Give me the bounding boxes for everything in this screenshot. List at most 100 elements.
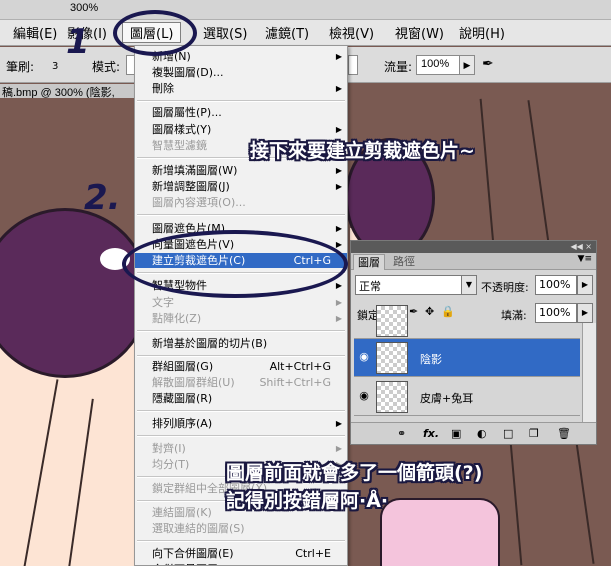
- submenu-arrow-icon: ▶: [335, 314, 342, 323]
- menu-separator: [137, 410, 345, 412]
- menu-item-6[interactable]: 新增填滿圖層(W) ▶: [135, 163, 347, 178]
- fx-icon[interactable]: fx.: [423, 427, 439, 440]
- menu-item-4[interactable]: 圖層樣式(Y) ▶: [135, 122, 347, 137]
- lock-move-icon[interactable]: ✥: [425, 305, 434, 318]
- annotation-caption-top: 接下來要建立剪裁遮色片~: [250, 140, 475, 162]
- layer-thumbnail: [376, 381, 408, 413]
- submenu-arrow-icon: ▶: [335, 444, 342, 453]
- fill-label: 填滿:: [501, 309, 527, 322]
- menu-0[interactable]: 編輯(E): [6, 23, 64, 42]
- menu-item-19[interactable]: 排列順序(A) ▶: [135, 416, 347, 431]
- layer-row-partial[interactable]: [354, 305, 580, 339]
- layer-row-skin[interactable]: ◉ 皮膚+兔耳: [354, 378, 580, 416]
- blend-mode-dropdown-icon[interactable]: ▼: [461, 275, 477, 295]
- submenu-arrow-icon: ▶: [335, 419, 342, 428]
- annotation-step-2: 2.: [84, 178, 121, 218]
- visibility-eye-icon[interactable]: ◉: [356, 350, 372, 364]
- menu-item-17: 解散圖層群組(U) Shift+Ctrl+G: [135, 375, 347, 390]
- panel-tabs: 圖層 路徑 ▼≡: [351, 253, 596, 270]
- menu-item-26[interactable]: 合併可見圖層Shift+Ctrl+E: [135, 562, 347, 565]
- submenu-arrow-icon: ▶: [335, 84, 342, 93]
- menu-item-25[interactable]: 向下合併圖層(E) Ctrl+E: [135, 546, 347, 561]
- menu-item-20: 對齊(I) ▶: [135, 441, 347, 456]
- menu-item-24: 選取連結的圖層(S): [135, 521, 347, 536]
- menu-3[interactable]: 選取(S): [196, 23, 254, 42]
- annotation-caption-bottom-2: 記得別按錯層阿·Å·: [226, 490, 389, 512]
- trash-icon[interactable]: 🗑: [557, 427, 571, 440]
- submenu-arrow-icon: ▶: [335, 182, 342, 191]
- menu-item-8: 圖層內容選項(O)...: [135, 195, 347, 210]
- menu-item-label: 智慧型濾鏡: [152, 139, 207, 152]
- menu-item-label: 選取連結的圖層(S): [152, 522, 245, 535]
- menu-item-2[interactable]: 刪除 ▶: [135, 81, 347, 96]
- menu-item-shortcut: Shift+Ctrl+E: [261, 562, 331, 565]
- adjustment-layer-icon[interactable]: ◐: [477, 427, 487, 440]
- menu-separator: [137, 355, 345, 357]
- visibility-eye-icon[interactable]: ◉: [356, 389, 372, 403]
- blend-mode-select[interactable]: 正常: [355, 275, 465, 295]
- menu-item-15[interactable]: 新增基於圖層的切片(B): [135, 336, 347, 351]
- opacity-input[interactable]: 100%: [535, 275, 577, 295]
- fill-dropdown-button[interactable]: ▶: [577, 303, 593, 323]
- menu-item-label: 群組圖層(G): [152, 360, 214, 373]
- menu-item-label: 隱藏圖層(R): [152, 392, 213, 405]
- zoom-level[interactable]: 300%: [70, 2, 98, 14]
- add-mask-icon[interactable]: ▣: [451, 427, 461, 440]
- menu-item-label: 圖層樣式(Y): [152, 123, 212, 136]
- airbrush-icon[interactable]: ✒: [482, 55, 504, 75]
- menu-item-label: 向下合併圖層(E): [152, 547, 234, 560]
- menu-7[interactable]: 說明(H): [452, 23, 512, 42]
- menu-4[interactable]: 濾鏡(T): [258, 23, 316, 42]
- submenu-arrow-icon: ▶: [335, 224, 342, 233]
- layers-scrollbar[interactable]: [582, 323, 596, 423]
- menu-6[interactable]: 視窗(W): [388, 23, 451, 42]
- panel-menu-icon[interactable]: ▼≡: [578, 254, 592, 264]
- flow-input[interactable]: 100%: [416, 55, 460, 75]
- menu-item-16[interactable]: 群組圖層(G) Alt+Ctrl+G: [135, 359, 347, 374]
- menu-item-3[interactable]: 圖層屬性(P)...: [135, 105, 347, 120]
- menu-separator: [137, 214, 345, 216]
- flow-label: 流量:: [384, 60, 413, 74]
- menu-bar: 編輯(E) 影像(I) 圖層(L) 選取(S) 濾鏡(T) 檢視(V) 視窗(W) 說明(H): [0, 20, 611, 46]
- layers-panel: ◀◀ × 圖層 路徑 ▼≡ 正常 ▼ 不透明度: 100% ▶ 鎖定: ▣ ✒ …: [350, 240, 597, 445]
- flow-dropdown-button[interactable]: ▶: [459, 55, 475, 75]
- menu-5[interactable]: 檢視(V): [322, 23, 381, 42]
- menu-item-shortcut: Alt+Ctrl+G: [269, 360, 331, 373]
- menu-item-label: 排列順序(A): [152, 417, 213, 430]
- link-layers-icon[interactable]: ⚭: [397, 427, 406, 440]
- lock-all-icon[interactable]: 🔒: [441, 305, 455, 318]
- submenu-arrow-icon: ▶: [335, 166, 342, 175]
- fill-input[interactable]: 100%: [535, 303, 577, 323]
- layer-row-shadow[interactable]: ◉ 陰影: [354, 339, 580, 377]
- new-group-icon[interactable]: □: [503, 427, 513, 440]
- menu-item-label: 對齊(I): [152, 442, 186, 455]
- lock-paint-icon[interactable]: ✒: [409, 305, 418, 318]
- menu-item-label: 點陣化(Z): [152, 312, 202, 325]
- menu-item-18[interactable]: 隱藏圖層(R): [135, 391, 347, 406]
- opacity-field[interactable]: [348, 55, 358, 75]
- annotation-step-1: 1: [66, 22, 90, 62]
- menu-separator: [137, 100, 345, 102]
- tab-paths[interactable]: 路徑: [389, 254, 419, 270]
- mode-label: 模式:: [92, 60, 121, 74]
- menu-item-label: 新增填滿圖層(W): [152, 164, 238, 177]
- opacity-dropdown-button[interactable]: ▶: [577, 275, 593, 295]
- brush-label: 筆刷:: [6, 60, 35, 74]
- menu-item-14: 點陣化(Z) ▶: [135, 311, 347, 326]
- menu-item-label: 新增調整圖層(J): [152, 180, 230, 193]
- new-layer-icon[interactable]: ❐: [529, 427, 539, 440]
- menu-item-label: 圖層內容選項(O)...: [152, 196, 246, 209]
- layer-thumbnail: [376, 305, 408, 337]
- layer-name: 皮膚+兔耳: [420, 392, 474, 405]
- menu-separator: [137, 540, 345, 542]
- tab-layers[interactable]: 圖層: [353, 254, 385, 270]
- panel-collapse-icon[interactable]: ◀◀ ×: [351, 241, 596, 253]
- brush-size[interactable]: 3: [52, 61, 58, 72]
- menu-item-shortcut: Shift+Ctrl+G: [259, 376, 331, 389]
- annotation-ring-item: [122, 230, 348, 298]
- document-tab[interactable]: 稿.bmp @ 300% (陰影,: [0, 84, 140, 98]
- annotation-caption-bottom-1: 圖層前面就會多了一個箭頭(?): [226, 462, 483, 484]
- menu-item-1[interactable]: 複製圖層(D)...: [135, 65, 347, 80]
- menu-item-7[interactable]: 新增調整圖層(J) ▶: [135, 179, 347, 194]
- submenu-arrow-icon: ▶: [335, 298, 342, 307]
